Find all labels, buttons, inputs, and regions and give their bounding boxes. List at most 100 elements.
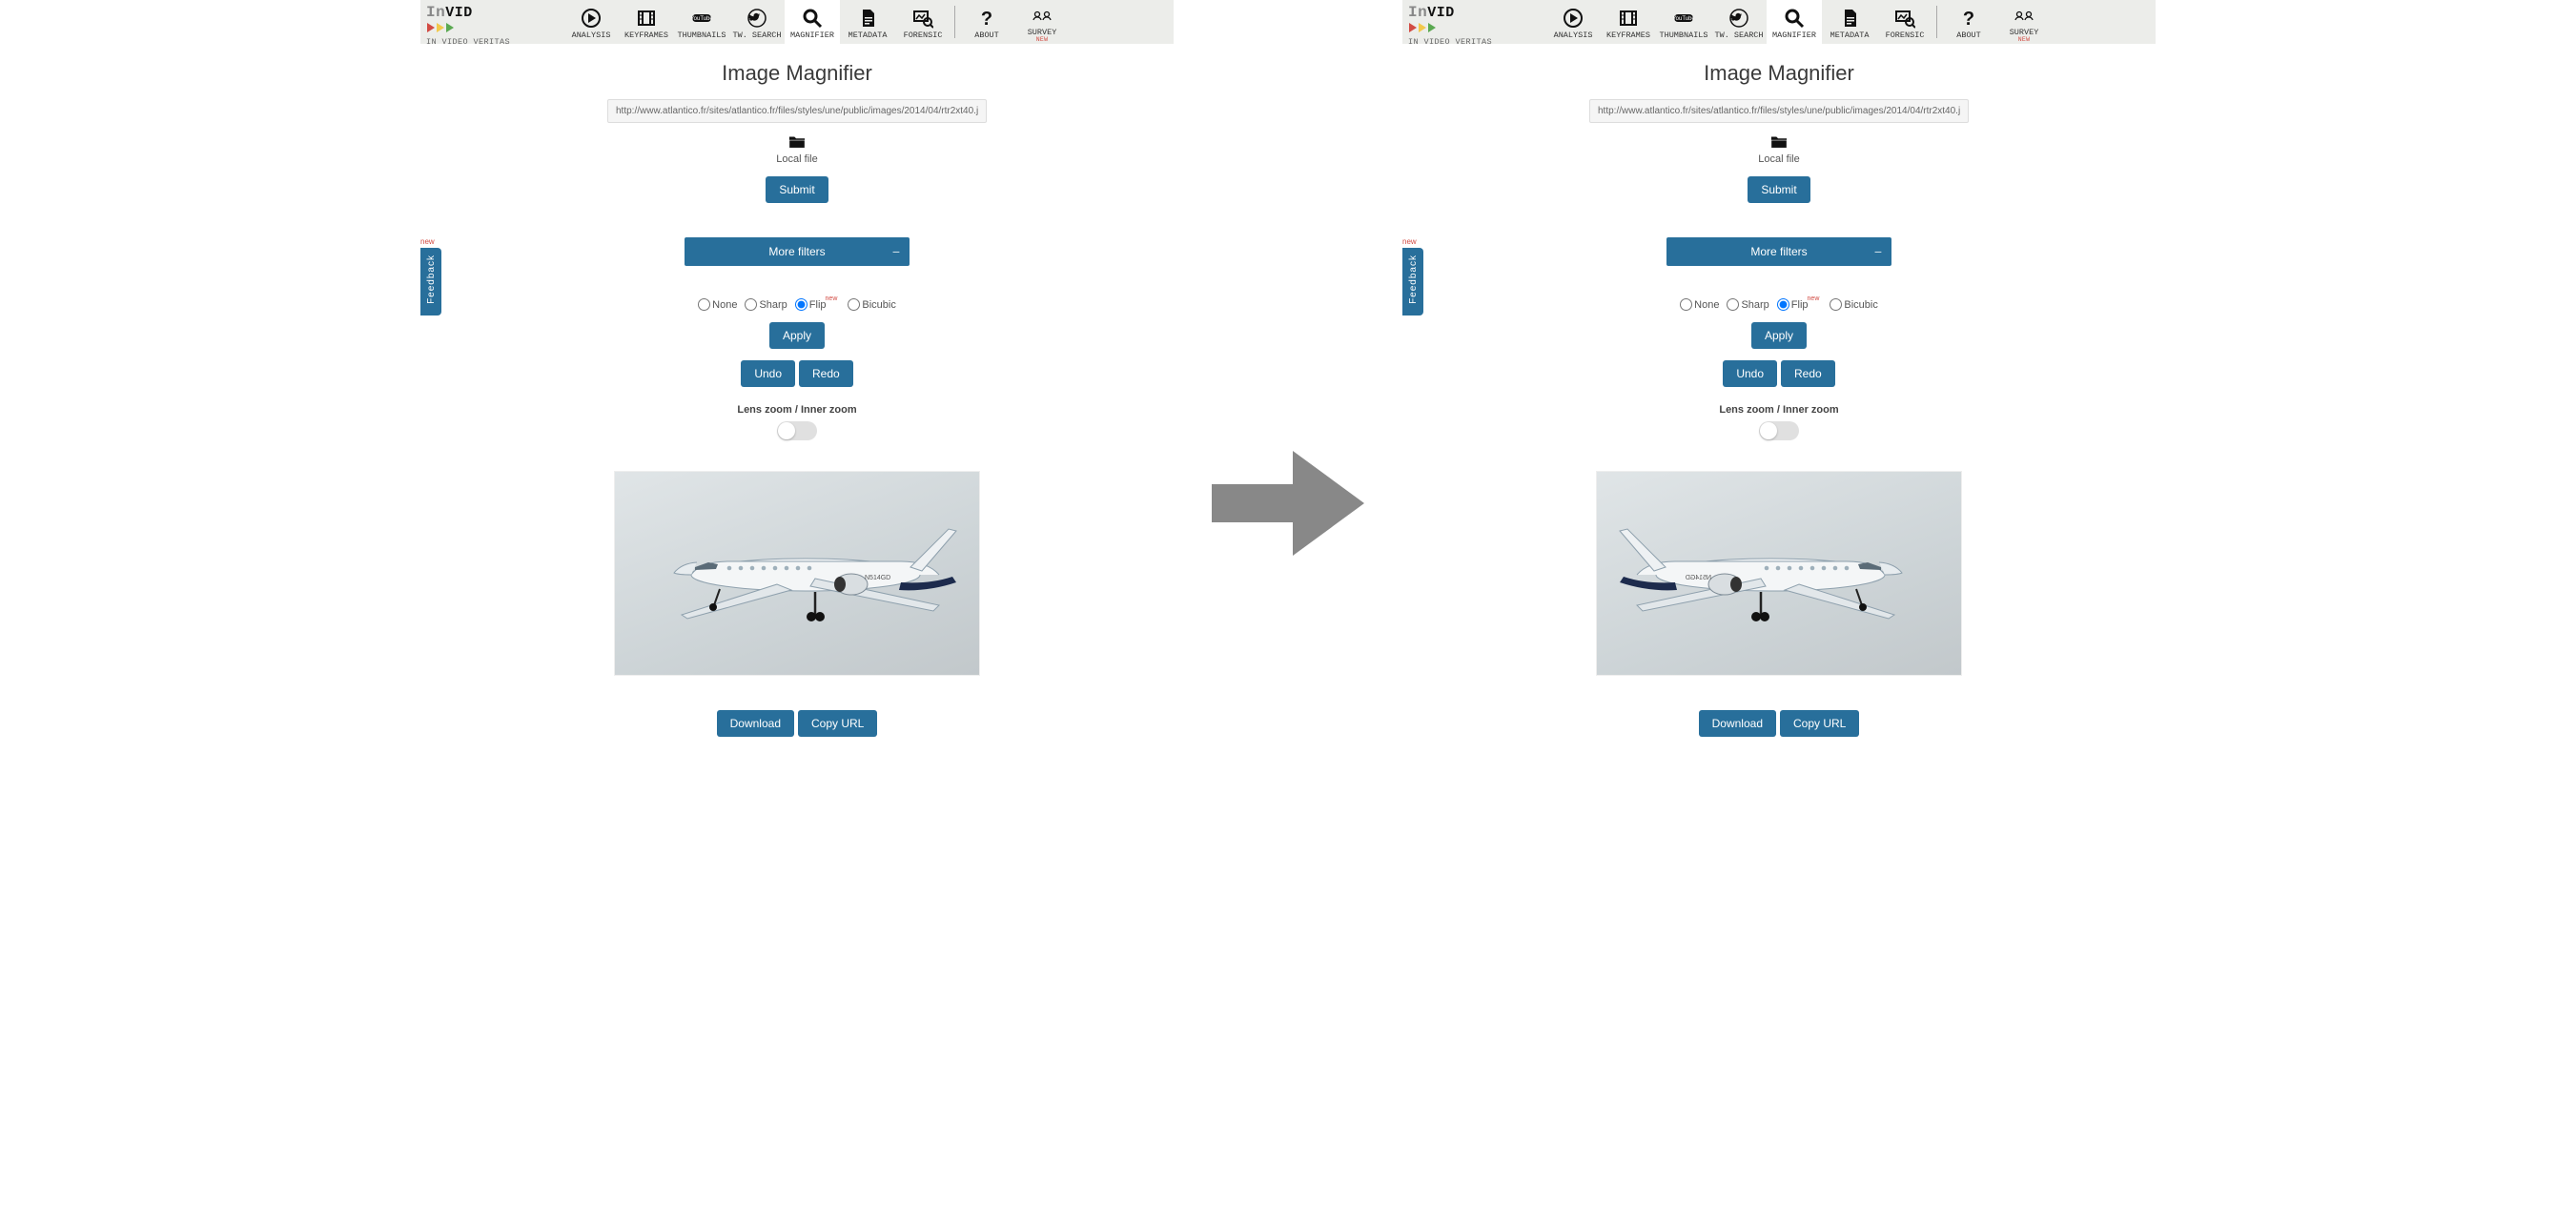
nav-survey[interactable]: SURVEYNEW (1014, 0, 1070, 44)
nav-label: MAGNIFIER (1772, 31, 1816, 40)
metadata-icon (1839, 8, 1860, 29)
analysis-icon (581, 8, 602, 29)
nav-keyframes[interactable]: KEYFRAMES (619, 0, 674, 44)
nav-forensic[interactable]: FORENSIC (895, 0, 951, 44)
filter-bicubic[interactable]: Bicubic (848, 298, 895, 311)
filter-radio-bicubic[interactable] (848, 298, 860, 311)
more-filters-button[interactable]: More filters− (1666, 237, 1891, 266)
submit-button[interactable]: Submit (1748, 176, 1809, 203)
brand-in: In (1408, 4, 1427, 21)
zoom-mode-label: Lens zoom / Inner zoom (420, 404, 1174, 416)
twsearch-icon (746, 8, 767, 29)
copy-url-button[interactable]: Copy URL (1780, 710, 1859, 737)
nav-metadata[interactable]: METADATA (840, 0, 895, 44)
thumbnails-icon (691, 8, 712, 29)
apply-button[interactable]: Apply (769, 322, 825, 349)
nav-new-tag: NEW (2018, 36, 2031, 43)
nav-new-tag: NEW (1036, 36, 1049, 43)
magnifier-image[interactable] (614, 471, 980, 676)
nav-thumbnails[interactable]: THUMBNAILS (674, 0, 729, 44)
download-button[interactable]: Download (717, 710, 794, 737)
collapse-icon: − (892, 244, 900, 259)
about-icon (976, 8, 997, 29)
zoom-mode-toggle[interactable] (777, 421, 817, 440)
feedback-new-tag: new (1402, 237, 1417, 246)
filter-new-tag: new (1808, 295, 1820, 302)
nav-survey[interactable]: SURVEYNEW (1996, 0, 2052, 44)
undo-button[interactable]: Undo (1723, 360, 1777, 387)
filter-radio-sharp[interactable] (745, 298, 757, 311)
filter-radio-group: None Sharp Flipnew Bicubic (1402, 298, 2156, 311)
nav-label: ABOUT (1956, 31, 1981, 40)
download-button[interactable]: Download (1699, 710, 1776, 737)
image-url-input[interactable] (607, 99, 987, 123)
nav-twsearch[interactable]: TW. SEARCH (729, 0, 785, 44)
submit-button[interactable]: Submit (766, 176, 828, 203)
filter-radio-none[interactable] (698, 298, 710, 311)
more-filters-label: More filters (1750, 245, 1807, 258)
filter-radio-bicubic[interactable] (1830, 298, 1842, 311)
nav-separator (1936, 6, 1937, 38)
zoom-mode-label: Lens zoom / Inner zoom (1402, 404, 2156, 416)
feedback-label: Feedback (426, 254, 437, 304)
nav-label: FORENSIC (904, 31, 943, 40)
filter-label: Bicubic (862, 299, 895, 311)
brand-vid: VID (445, 5, 473, 21)
nav-metadata[interactable]: METADATA (1822, 0, 1877, 44)
local-file-icon[interactable] (786, 132, 808, 150)
filter-radio-none[interactable] (1680, 298, 1692, 311)
redo-button[interactable]: Redo (799, 360, 853, 387)
nav-forensic[interactable]: FORENSIC (1877, 0, 1932, 44)
more-filters-button[interactable]: More filters − (685, 237, 910, 266)
zoom-mode-toggle[interactable] (1759, 421, 1799, 440)
filter-label: Flip (1791, 299, 1809, 311)
nav-magnifier[interactable]: MAGNIFIER (785, 0, 840, 44)
brand-tagline: IN VIDEO VERITAS (1408, 37, 1492, 47)
transition-arrow (1212, 0, 1364, 739)
copy-url-button[interactable]: Copy URL (798, 710, 877, 737)
thumbnails-icon (1673, 8, 1694, 29)
nav-label: THUMBNAILS (1660, 31, 1708, 40)
undo-button[interactable]: Undo (741, 360, 795, 387)
local-file-label: Local file (420, 153, 1174, 165)
nav-keyframes[interactable]: KEYFRAMES (1601, 0, 1656, 44)
local-file-icon[interactable] (1768, 132, 1790, 150)
feedback-new-tag: new (420, 237, 435, 246)
image-url-input[interactable] (1589, 99, 1969, 123)
filter-sharp[interactable]: Sharp (1727, 298, 1768, 311)
filter-sharp[interactable]: Sharp (745, 298, 787, 311)
nav-twsearch[interactable]: TW. SEARCH (1711, 0, 1767, 44)
nav-label: TW. SEARCH (733, 31, 782, 40)
nav-label: KEYFRAMES (1606, 31, 1650, 40)
nav-about[interactable]: ABOUT (959, 0, 1014, 44)
more-filters-label: More filters (768, 245, 825, 258)
nav-label: ANALYSIS (1554, 31, 1593, 40)
nav-analysis[interactable]: ANALYSIS (563, 0, 619, 44)
about-icon (1958, 8, 1979, 29)
feedback-tab[interactable]: new Feedback (1402, 248, 1423, 315)
page-title: Image Magnifier (420, 61, 1174, 86)
filter-radio-flip[interactable] (1777, 298, 1789, 311)
magnifier-icon (802, 8, 823, 29)
nav-label: ANALYSIS (572, 31, 611, 40)
filter-none[interactable]: None (1680, 298, 1719, 311)
nav-magnifier[interactable]: MAGNIFIER (1767, 0, 1822, 44)
feedback-label: Feedback (1408, 254, 1419, 304)
filter-radio-flip[interactable] (795, 298, 808, 311)
magnifier-image[interactable] (1596, 471, 1962, 676)
feedback-tab[interactable]: new Feedback (420, 248, 441, 315)
filter-bicubic[interactable]: Bicubic (1830, 298, 1877, 311)
metadata-icon (857, 8, 878, 29)
filter-flip[interactable]: Flipnew (1777, 298, 1823, 311)
analysis-icon (1563, 8, 1584, 29)
redo-button[interactable]: Redo (1781, 360, 1835, 387)
apply-button[interactable]: Apply (1751, 322, 1807, 349)
nav-label: METADATA (1830, 31, 1870, 40)
nav-about[interactable]: ABOUT (1941, 0, 1996, 44)
nav-thumbnails[interactable]: THUMBNAILS (1656, 0, 1711, 44)
filter-none[interactable]: None (698, 298, 737, 311)
nav-analysis[interactable]: ANALYSIS (1545, 0, 1601, 44)
survey-icon (2014, 5, 2034, 26)
filter-radio-sharp[interactable] (1727, 298, 1739, 311)
filter-flip[interactable]: Flipnew (795, 298, 841, 311)
